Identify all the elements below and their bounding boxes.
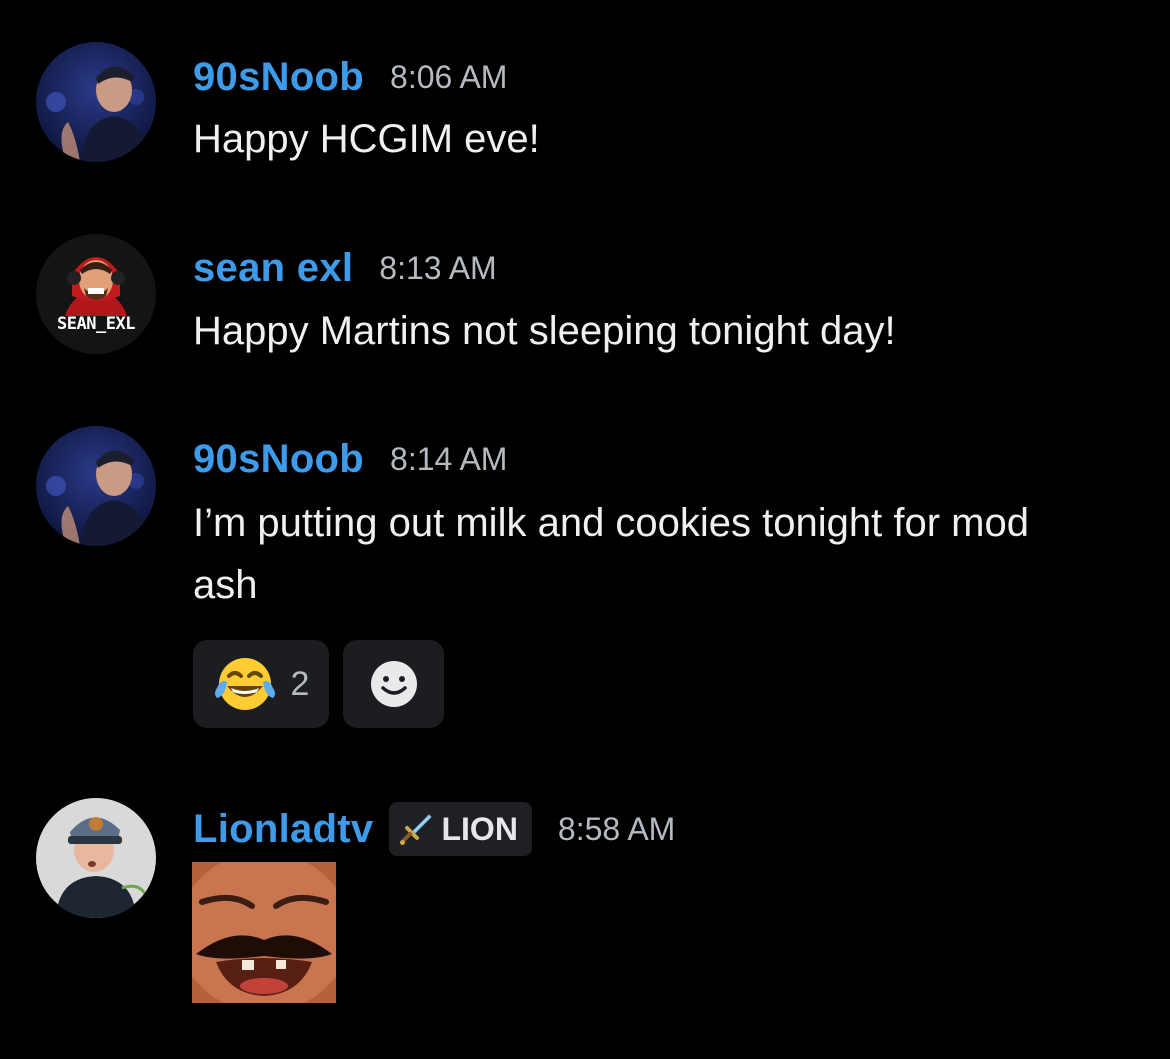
user-photo-avatar-icon xyxy=(36,798,156,918)
username[interactable]: 90sNoob xyxy=(193,437,364,482)
role-tag-label: LION xyxy=(441,810,518,847)
timestamp: 8:13 AM xyxy=(379,249,497,286)
reaction-bar: 2 xyxy=(193,640,444,728)
timestamp: 8:06 AM xyxy=(390,58,508,95)
username[interactable]: Lionladtv xyxy=(193,807,373,852)
avatar[interactable]: SEAN_EXL xyxy=(36,234,156,354)
username[interactable]: sean exl xyxy=(193,246,353,291)
chat-message-list: 90sNoob 8:06 AM Happy HCGIM eve! SEAN_EX… xyxy=(0,0,1170,1059)
timestamp: 8:58 AM xyxy=(557,810,676,847)
tears-of-joy-emoji-icon xyxy=(214,658,275,710)
avatar-logo-text: SEAN_EXL xyxy=(57,314,135,334)
avatar[interactable] xyxy=(36,798,156,918)
image-attachment[interactable] xyxy=(192,862,336,1003)
message-text: Happy HCGIM eve! xyxy=(193,117,540,161)
laughing-face-gif-icon xyxy=(192,862,336,1003)
sword-icon xyxy=(400,814,433,845)
avatar[interactable] xyxy=(36,426,156,546)
avatar[interactable] xyxy=(36,42,156,162)
message-text: I’m putting out milk and cookies tonight… xyxy=(193,501,1029,607)
add-reaction-smiley-icon xyxy=(370,661,417,707)
reaction-tears-of-joy[interactable]: 2 xyxy=(193,640,329,728)
gamer-logo-avatar-icon xyxy=(36,234,156,354)
username[interactable]: 90sNoob xyxy=(193,55,364,100)
add-reaction-button[interactable] xyxy=(343,640,444,728)
user-photo-avatar-icon xyxy=(36,42,156,162)
timestamp: 8:14 AM xyxy=(390,440,508,477)
role-tag[interactable]: LION xyxy=(389,802,532,856)
reaction-count: 2 xyxy=(290,664,310,703)
message-text: Happy Martins not sleeping tonight day! xyxy=(193,309,896,353)
user-photo-avatar-icon xyxy=(36,426,156,546)
